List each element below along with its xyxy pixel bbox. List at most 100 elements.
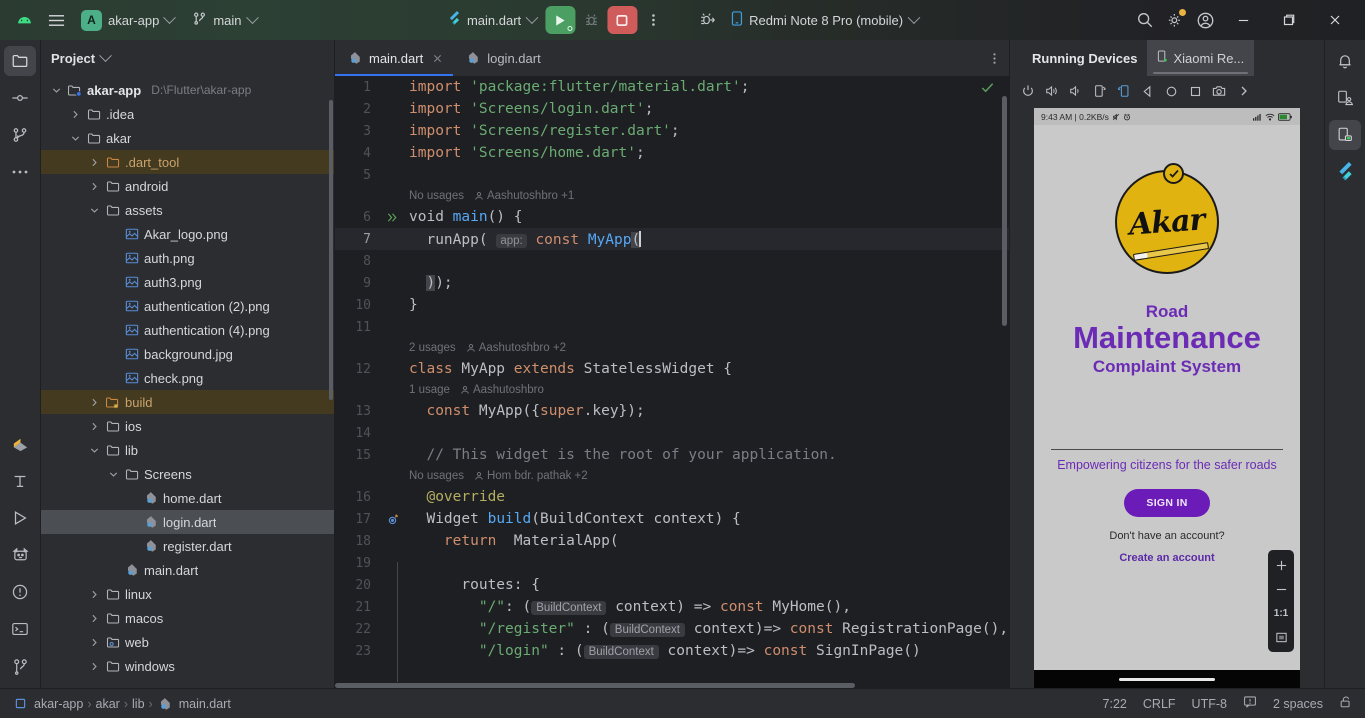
flutter-icon[interactable]	[1329, 157, 1361, 187]
tree-folder-lib[interactable]: lib	[41, 438, 334, 462]
code-line[interactable]: 17 Widget build(BuildContext context) {	[335, 508, 1009, 530]
tree-file-background-jpg[interactable]: background.jpg	[41, 342, 334, 366]
attach-debugger-icon[interactable]	[693, 6, 721, 34]
code-line[interactable]: 20 routes: {	[335, 574, 1009, 596]
hamburger-menu-icon[interactable]	[42, 6, 70, 34]
caret-position[interactable]: 7:22	[1103, 697, 1127, 711]
zoom-out-button[interactable]	[1270, 579, 1292, 599]
code-line[interactable]: 5	[335, 164, 1009, 186]
tree-folder-linux[interactable]: linux	[41, 582, 334, 606]
tree-folder-akar[interactable]: akar	[41, 126, 334, 150]
phone-nav-bar[interactable]	[1034, 670, 1300, 688]
search-icon[interactable]	[1131, 6, 1159, 34]
code-vision-hint[interactable]: 2 usages Aashutoshbro +2	[335, 338, 1009, 358]
usages-label[interactable]: No usages	[409, 470, 464, 482]
code-line[interactable]: 8	[335, 250, 1009, 272]
tree-file-home-dart[interactable]: home.dart	[41, 486, 334, 510]
debug-button[interactable]	[577, 6, 605, 34]
code-line[interactable]: 14	[335, 422, 1009, 444]
rotate-right-icon[interactable]	[1112, 80, 1135, 103]
author-label[interactable]: Aashutoshbro +1	[474, 190, 574, 202]
tree-file-login-dart[interactable]: login.dart	[41, 510, 334, 534]
tree-folder--idea[interactable]: .idea	[41, 102, 334, 126]
device-manager-icon[interactable]	[1329, 83, 1361, 113]
code-line[interactable]: 11	[335, 316, 1009, 338]
code-line[interactable]: 19	[335, 552, 1009, 574]
create-account-link[interactable]: Create an account	[1119, 552, 1214, 564]
project-tree[interactable]: akar-app D:\Flutter\akar-app .idea akar .dar…	[41, 76, 334, 688]
version-control-icon[interactable]	[4, 651, 36, 681]
rotate-left-icon[interactable]	[1088, 80, 1111, 103]
inspection-widget-icon[interactable]	[1243, 695, 1257, 712]
device-selector[interactable]: Redmi Note 8 Pro (mobile)	[723, 6, 925, 34]
close-icon[interactable]	[429, 50, 445, 66]
tree-file-akar-logo-png[interactable]: Akar_logo.png	[41, 222, 334, 246]
breadcrumb-item-akar[interactable]: akar	[96, 697, 120, 711]
zoom-ratio-label[interactable]: 1:1	[1270, 603, 1292, 623]
commit-tool-icon[interactable]	[4, 83, 36, 113]
tree-file-authentication-2-png[interactable]: authentication (2).png	[41, 294, 334, 318]
project-tool-icon[interactable]	[4, 46, 36, 76]
devices-tab-xiaomi[interactable]: Xiaomi Re...	[1147, 40, 1255, 76]
checkmark-icon[interactable]	[980, 80, 995, 99]
account-circle-icon[interactable]	[1191, 6, 1219, 34]
flutter-inspector-icon[interactable]	[4, 429, 36, 459]
code-line[interactable]: 15 // This widget is the root of your ap…	[335, 444, 1009, 466]
code-line[interactable]: 12 class MyApp extends StatelessWidget {	[335, 358, 1009, 380]
phone-screen[interactable]: 9:43 AM | 0.2KB/s Akar Road Maintenance …	[1034, 108, 1300, 688]
screenshot-icon[interactable]	[1208, 80, 1231, 103]
more-vertical-icon[interactable]	[979, 40, 1009, 76]
pull-requests-icon[interactable]	[4, 120, 36, 150]
editor-vertical-scrollbar[interactable]	[1002, 96, 1007, 326]
code-line[interactable]: 21 "/": (BuildContext context) => const …	[335, 596, 1009, 618]
code-line[interactable]: 16 @override	[335, 486, 1009, 508]
chevron-right-icon[interactable]	[87, 419, 101, 433]
logcat-icon[interactable]	[4, 540, 36, 570]
usages-label[interactable]: 1 usage	[409, 384, 450, 396]
chevron-down-icon[interactable]	[99, 48, 112, 62]
code-line[interactable]: 13 const MyApp({super.key});	[335, 400, 1009, 422]
tree-folder-assets[interactable]: assets	[41, 198, 334, 222]
terminal-icon[interactable]	[4, 614, 36, 644]
power-icon[interactable]	[1016, 80, 1039, 103]
run-gutter-icon[interactable]	[379, 206, 405, 228]
structure-icon[interactable]	[4, 466, 36, 496]
code-line[interactable]: 1 import 'package:flutter/material.dart';	[335, 76, 1009, 98]
tree-folder-akar-app[interactable]: akar-app D:\Flutter\akar-app	[41, 78, 334, 102]
code-line[interactable]: 22 "/register" : (BuildContext context)=…	[335, 618, 1009, 640]
more-chevron-icon[interactable]	[1232, 80, 1255, 103]
code-vision-hint[interactable]: 1 usage Aashutoshbro	[335, 380, 1009, 400]
breadcrumb-item-lib[interactable]: lib	[132, 697, 145, 711]
usages-label[interactable]: 2 usages	[409, 342, 456, 354]
chevron-right-icon[interactable]	[87, 659, 101, 673]
editor-horizontal-scrollbar[interactable]	[335, 683, 855, 688]
tree-file-register-dart[interactable]: register.dart	[41, 534, 334, 558]
tree-file-authentication-4-png[interactable]: authentication (4).png	[41, 318, 334, 342]
chevron-down-icon[interactable]	[68, 131, 82, 145]
code-line[interactable]: 18 return MaterialApp(	[335, 530, 1009, 552]
run-button[interactable]	[545, 6, 576, 34]
android-studio-icon[interactable]	[10, 6, 38, 34]
code-vision-hint[interactable]: No usages Aashutoshbro +1	[335, 186, 1009, 206]
chevron-right-icon[interactable]	[87, 395, 101, 409]
code-line[interactable]: 6 void main() {	[335, 206, 1009, 228]
author-label[interactable]: Aashutoshbro +2	[466, 342, 566, 354]
chevron-right-icon[interactable]	[87, 179, 101, 193]
tree-folder-web[interactable]: web	[41, 630, 334, 654]
tree-folder-ios[interactable]: ios	[41, 414, 334, 438]
unlocked-icon[interactable]	[1339, 695, 1353, 712]
code-line[interactable]: 9 ));	[335, 272, 1009, 294]
tree-folder-build[interactable]: build	[41, 390, 334, 414]
run-configuration-selector[interactable]: main.dart	[440, 6, 543, 34]
tree-folder-macos[interactable]: macos	[41, 606, 334, 630]
code-line[interactable]: 7 runApp( app: const MyApp(	[335, 228, 1009, 250]
zoom-in-button[interactable]	[1270, 555, 1292, 575]
chevron-right-icon[interactable]	[87, 587, 101, 601]
usages-label[interactable]: No usages	[409, 190, 464, 202]
minimize-button[interactable]	[1221, 0, 1265, 40]
stop-button[interactable]	[607, 6, 638, 34]
devices-tab-running-devices[interactable]: Running Devices	[1022, 40, 1147, 76]
close-button[interactable]	[1313, 0, 1357, 40]
editor-tab-login-dart[interactable]: login.dart	[453, 40, 548, 76]
sign-in-button[interactable]: SIGN IN	[1124, 488, 1210, 517]
